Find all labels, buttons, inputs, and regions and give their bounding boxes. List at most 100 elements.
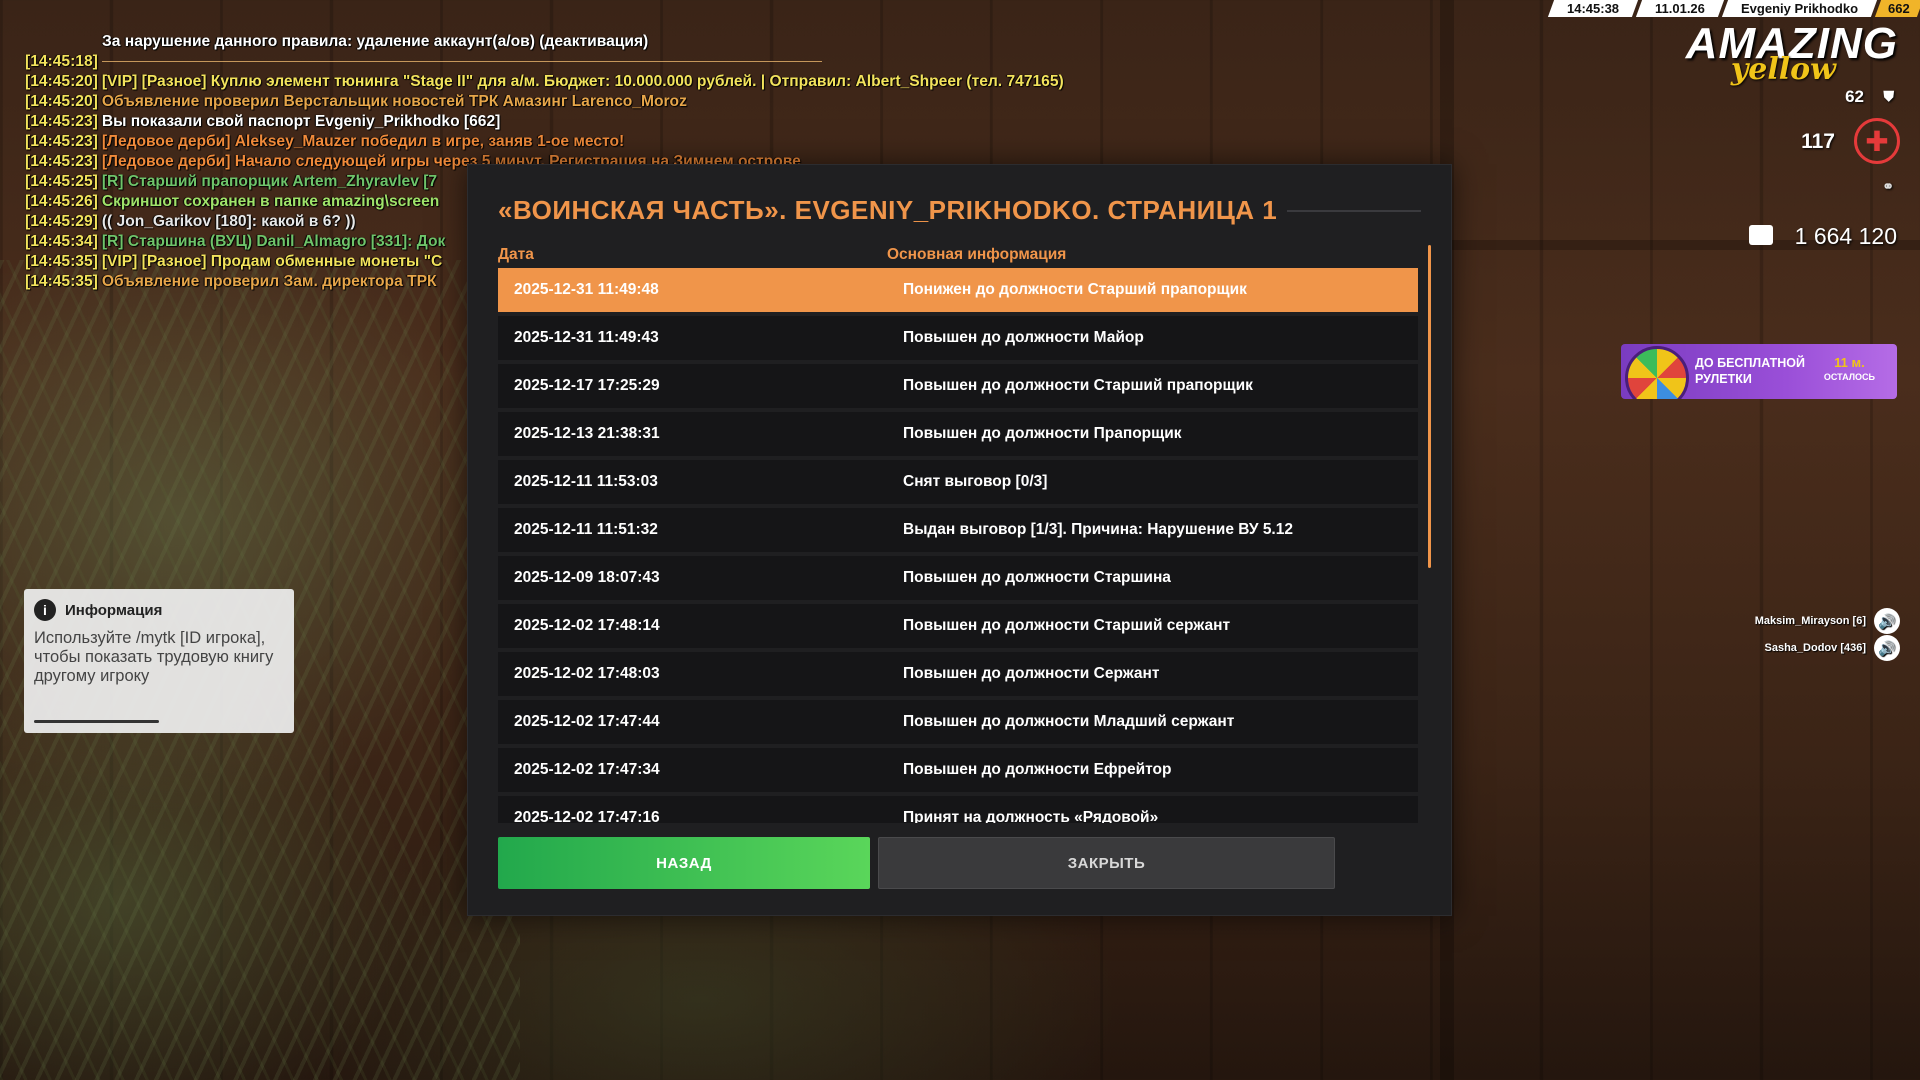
chat-timestamp: [14:45:35] xyxy=(25,253,98,270)
chat-timestamp: [14:45:34] xyxy=(25,233,98,250)
money-value: 1 664 120 xyxy=(1794,223,1897,249)
row-date: 2025-12-31 11:49:48 xyxy=(514,281,659,298)
row-info: Принят на должность «Рядовой» xyxy=(903,809,1159,823)
history-row[interactable]: 2025-12-02 17:48:03 Повышен до должности … xyxy=(498,652,1418,696)
row-date: 2025-12-11 11:51:32 xyxy=(514,521,658,538)
server-logo: AMAZING yellow xyxy=(1685,19,1898,88)
history-row[interactable]: 2025-12-17 17:25:29 Повышен до должности … xyxy=(498,364,1418,408)
chat-message: [R] Старший прапорщик Artem_Zhyravlev [7 xyxy=(101,173,438,190)
row-info: Повышен до должности Сержант xyxy=(903,665,1160,682)
chat-message: За нарушение данного правила: удаление а… xyxy=(102,33,649,50)
hud-player-id: 662 xyxy=(1875,0,1920,17)
link-icon: ⚭ xyxy=(1882,178,1894,194)
chat-timestamp: [14:45:23] xyxy=(25,153,98,170)
chat-message: Скриншот сохранен в папке amazing\screen xyxy=(101,193,440,210)
row-info: Повышен до должности Младший сержант xyxy=(903,713,1235,730)
speaker-icon: 🔊 xyxy=(1874,608,1900,634)
hud-player-name: Evgeniy Prikhodko xyxy=(1722,0,1878,17)
voice-player-name: Sasha_Dodov [436] xyxy=(1764,642,1866,654)
close-button[interactable]: ЗАКРЫТЬ xyxy=(878,837,1335,889)
column-header-info: Основная информация xyxy=(887,246,1067,263)
chat-line: [14:45:20] [VIP] [Разное] Куплю элемент т… xyxy=(25,72,1205,92)
history-row[interactable]: 2025-12-11 11:51:32 Выдан выговор [1/3]. … xyxy=(498,508,1418,552)
column-header-date: Дата xyxy=(498,246,534,263)
chat-message: Объявление проверил Зам. директора ТРК xyxy=(101,273,437,290)
chat-timestamp: [14:45:26] xyxy=(25,193,98,210)
chat-message: [VIP] [Разное] Куплю элемент тюнинга "St… xyxy=(101,73,1064,90)
roulette-line2: РУЛЕТКИ xyxy=(1695,372,1752,386)
chat-timestamp: [14:45:20] xyxy=(25,73,98,90)
history-row[interactable]: 2025-12-02 17:47:44 Повышен до должности … xyxy=(498,700,1418,744)
row-date: 2025-12-13 21:38:31 xyxy=(514,425,660,442)
history-row[interactable]: 2025-12-11 11:53:03 Снят выговор [0/3] xyxy=(498,460,1418,504)
chat-message: [VIP] [Разное] Продам обменные монеты "С xyxy=(101,253,443,270)
armor-value: 62 xyxy=(1845,87,1864,106)
hud-top-bar: 14:45:38 11.01.26 Evgeniy Prikhodko 662 xyxy=(1547,0,1920,17)
chat-line: [14:45:20] Объявление проверил Верстальщи… xyxy=(25,92,1205,112)
chat-timestamp: [14:45:25] xyxy=(25,173,98,190)
list-scrollbar[interactable] xyxy=(1428,245,1431,568)
row-date: 2025-12-02 17:48:14 xyxy=(514,617,660,634)
work-history-dialog: «ВОИНСКАЯ ЧАСТЬ». EVGENIY_PRIKHODKO. СТР… xyxy=(467,164,1452,916)
chat-message: Объявление проверил Верстальщик новостей… xyxy=(101,93,687,110)
chat-message: [Ледовое дерби] Aleksey_Mauzer победил в… xyxy=(101,133,625,150)
row-info: Повышен до должности Старшина xyxy=(903,569,1171,586)
free-roulette-banner[interactable]: ДО БЕСПЛАТНОЙ РУЛЕТКИ 11 м. ОСТАЛОСЬ xyxy=(1621,344,1897,399)
hud-time: 14:45:38 xyxy=(1548,0,1639,17)
row-date: 2025-12-02 17:47:34 xyxy=(514,761,660,778)
info-title: Информация xyxy=(65,601,163,619)
row-date: 2025-12-02 17:48:03 xyxy=(514,665,660,682)
row-date: 2025-12-02 17:47:44 xyxy=(514,713,660,730)
history-row[interactable]: 2025-12-09 18:07:43 Повышен до должности … xyxy=(498,556,1418,600)
row-info: Повышен до должности Ефрейтор xyxy=(903,761,1172,778)
speaker-icon: 🔊 xyxy=(1874,635,1900,661)
health-value: 117 xyxy=(1801,130,1835,153)
history-row[interactable]: 2025-12-31 11:49:43 Повышен до должности … xyxy=(498,316,1418,360)
info-icon: i xyxy=(34,599,56,621)
wallet-icon xyxy=(1749,225,1773,245)
roulette-remaining-label: ОСТАЛОСЬ xyxy=(1823,372,1875,382)
row-info: Повышен до должности Прапорщик xyxy=(903,425,1182,442)
row-date: 2025-12-31 11:49:43 xyxy=(514,329,659,346)
info-text: Используйте /mytk [ID игрока], чтобы пок… xyxy=(34,629,274,685)
roulette-time: 11 м. xyxy=(1834,355,1865,370)
shield-icon: ⛊ xyxy=(1883,88,1895,104)
back-button[interactable]: НАЗАД xyxy=(498,837,870,889)
chat-message: [R] Старшина (ВУЦ) Danil_Almagro [331]: … xyxy=(101,233,446,250)
row-info: Выдан выговор [1/3]. Причина: Нарушение … xyxy=(903,521,1293,538)
chat-line: [14:45:23] Вы показали свой паспорт Evgen… xyxy=(25,112,1205,132)
chat-timestamp: [14:45:29] xyxy=(25,213,98,230)
hud-date: 11.01.26 xyxy=(1636,0,1725,17)
row-info: Повышен до должности Старший сержант xyxy=(903,617,1231,634)
chat-timestamp: [14:45:18] xyxy=(25,53,98,70)
chat-timestamp: [14:45:23] xyxy=(25,113,98,130)
row-date: 2025-12-09 18:07:43 xyxy=(514,569,660,586)
chat-timestamp: [14:45:20] xyxy=(25,93,98,110)
voice-player: Maksim_Mirayson [6] 🔊 xyxy=(1755,608,1900,634)
chat-timestamp: [14:45:35] xyxy=(25,273,98,290)
info-notification: i Информация Используйте /mytk [ID игрок… xyxy=(24,589,294,733)
chat-line: [14:45:23] [Ледовое дерби] Aleksey_Mauzer… xyxy=(25,132,1205,152)
chat-message: Вы показали свой паспорт Evgeniy_Prikhod… xyxy=(101,113,501,130)
row-info: Понижен до должности Старший прапорщик xyxy=(903,281,1247,298)
row-info: Повышен до должности Майор xyxy=(903,329,1144,346)
row-date: 2025-12-02 17:47:16 xyxy=(514,809,660,823)
history-row[interactable]: 2025-12-13 21:38:31 Повышен до должности … xyxy=(498,412,1418,456)
chat-line: [14:45:18] xyxy=(25,52,1205,72)
row-date: 2025-12-17 17:25:29 xyxy=(514,377,660,394)
history-row[interactable]: 2025-12-31 11:49:48 Понижен до должности … xyxy=(498,268,1418,312)
voice-player-name: Maksim_Mirayson [6] xyxy=(1754,615,1866,627)
history-row[interactable]: 2025-12-02 17:47:34 Повышен до должности … xyxy=(498,748,1418,792)
chat-line: За нарушение данного правила: удаление а… xyxy=(25,32,1205,52)
row-info: Повышен до должности Старший прапорщик xyxy=(903,377,1253,394)
history-row[interactable]: 2025-12-02 17:47:16 Принят на должность «… xyxy=(498,796,1418,823)
history-list[interactable]: 2025-12-31 11:49:48 Понижен до должности … xyxy=(498,268,1418,823)
dialog-title: «ВОИНСКАЯ ЧАСТЬ». EVGENIY_PRIKHODKO. СТР… xyxy=(498,195,1278,225)
row-info: Снят выговор [0/3] xyxy=(903,473,1048,490)
chat-separator xyxy=(101,61,822,63)
chat-message: (( Jon_Garikov [180]: какой в 6? )) xyxy=(101,213,356,230)
info-progress-bar xyxy=(34,720,159,723)
chat-timestamp: [14:45:23] xyxy=(25,133,98,150)
voice-player: Sasha_Dodov [436] 🔊 xyxy=(1765,635,1900,661)
history-row[interactable]: 2025-12-02 17:48:14 Повышен до должности … xyxy=(498,604,1418,648)
